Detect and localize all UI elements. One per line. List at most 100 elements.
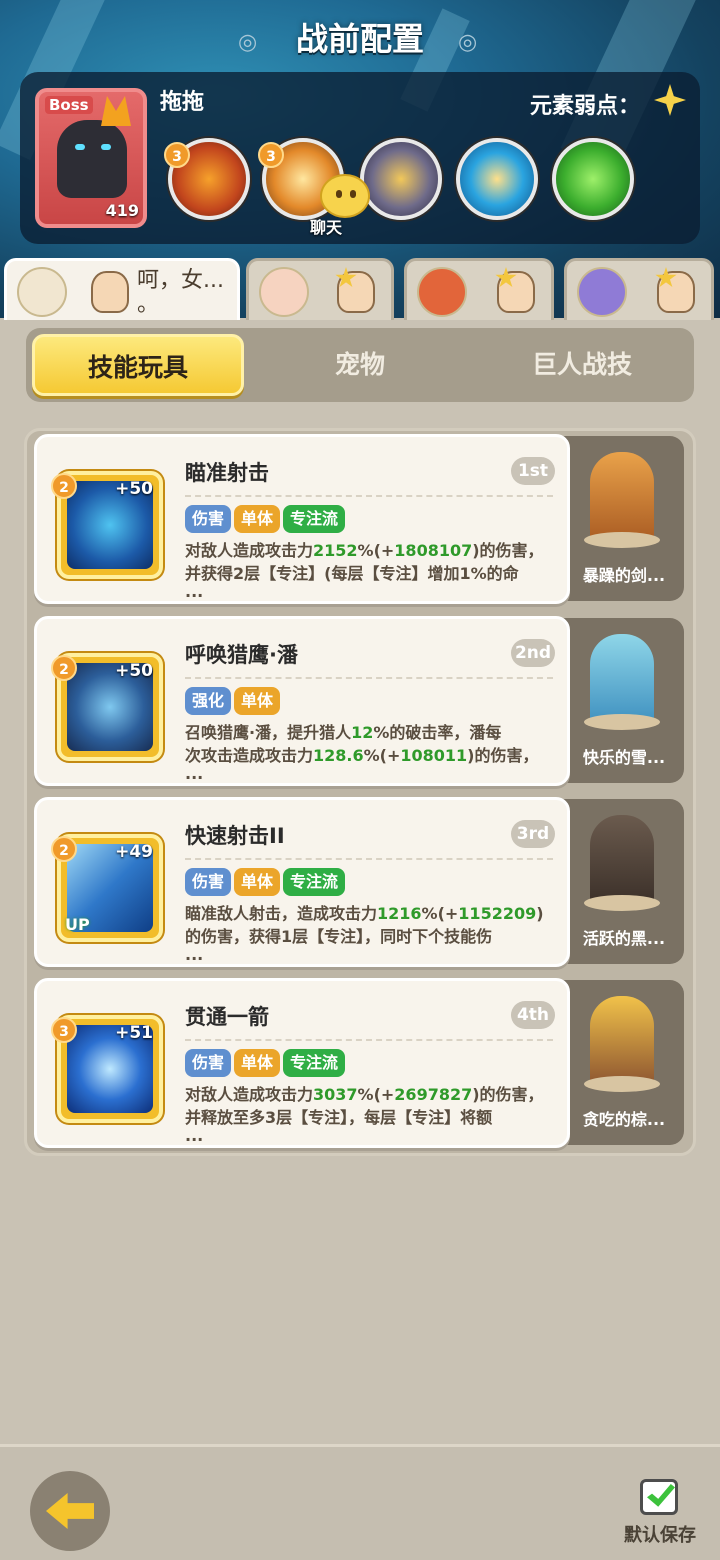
player-tab-3[interactable] (404, 258, 554, 320)
desc-value: 1216 (377, 904, 422, 923)
tag-single: 单体 (234, 868, 281, 896)
skill-level-badge: 2 (51, 655, 77, 681)
category-tab-bar: 技能玩具 宠物 巨人战技 (26, 328, 694, 402)
desc-value: 108011 (400, 746, 468, 765)
skill-card[interactable]: +50 2 呼唤猎鹰·潘 2nd 强化 单体 召唤猎鹰·潘，提升猎人12%的破击率… (34, 616, 570, 786)
boss-skill-green-slime-icon[interactable] (552, 138, 634, 220)
skill-description: 对敌人造成攻击力2152%(+1808107)的伤害， 并获得2层【专注】(每层… (185, 539, 563, 599)
crown-icon (101, 96, 131, 126)
pet-slot[interactable]: 活跃的黑... (560, 799, 684, 964)
tag-damage: 伤害 (185, 1049, 232, 1077)
desc-ellipsis: ... (185, 1129, 204, 1143)
default-save-checkbox[interactable] (640, 1479, 678, 1515)
desc-value: 2697827 (394, 1085, 473, 1104)
boss-name: 拖拖 (160, 90, 205, 115)
skill-description: 对敌人造成攻击力3037%(+2697827)的伤害， 并释放至多3层【专注】，… (185, 1083, 563, 1143)
light-element-icon[interactable] (654, 84, 686, 116)
boss-skill-armored-owl-icon[interactable] (360, 138, 442, 220)
skill-title: 快速射击II (185, 824, 285, 848)
divider (185, 495, 553, 497)
page-title: 战前配置 (295, 20, 424, 58)
pet-base (584, 895, 660, 911)
player-tab-2[interactable] (246, 258, 394, 320)
desc-text: 瞄准敌人射击，造成攻击力 (185, 904, 378, 923)
chat-emoji-icon[interactable] (320, 174, 370, 218)
skill-tags: 伤害 单体 专注流 (185, 1049, 348, 1077)
back-button[interactable] (30, 1471, 110, 1551)
desc-text: %(+ (363, 746, 401, 765)
desc-text: %(+ (357, 1085, 395, 1104)
tag-focus: 专注流 (283, 505, 346, 533)
boss-card[interactable]: Boss 419 (35, 88, 147, 228)
pet-base (584, 532, 660, 548)
pet-slot[interactable]: 暴躁的剑... (560, 436, 684, 601)
pet-base (584, 714, 660, 730)
chat-label[interactable]: 聊天 (310, 214, 342, 238)
tab-giant-skills[interactable]: 巨人战技 (476, 334, 688, 396)
boss-skill-level-badge: 3 (164, 142, 190, 168)
pet-name: 活跃的黑... (582, 929, 666, 948)
divider (185, 677, 553, 679)
desc-text: 召唤猎鹰·潘，提升猎人 (185, 723, 352, 742)
skill-tags: 伤害 单体 专注流 (185, 868, 348, 896)
boss-portrait (57, 120, 127, 198)
desc-value: 1152209 (458, 904, 537, 923)
desc-value: 128.6 (313, 746, 364, 765)
skill-title: 呼唤猎鹰·潘 (185, 643, 298, 667)
player-avatar (417, 267, 467, 317)
skill-card[interactable]: +50 2 瞄准射击 1st 伤害 单体 专注流 对敌人造成攻击力2152%(+18… (34, 434, 570, 604)
desc-line: 次攻击造成攻击力128.6%(+108011)的伤害， (185, 744, 563, 767)
desc-text: ) (536, 904, 544, 923)
pet-figure (590, 634, 654, 726)
skill-plus-value: +49 (115, 842, 153, 862)
desc-text: %(+ (357, 541, 395, 560)
player-tab-4[interactable] (564, 258, 714, 320)
skill-card[interactable]: +51 3 贯通一箭 4th 伤害 单体 专注流 对敌人造成攻击力3037%(+26… (34, 978, 570, 1148)
boss-tag: Boss (45, 96, 93, 114)
skill-description: 瞄准敌人射击，造成攻击力1216%(+1152209) 的伤害，获得1层【专注】… (185, 902, 563, 962)
desc-line: 的伤害，获得1层【专注】，同时下个技能伤 (185, 927, 493, 946)
skill-rank: 1st (511, 457, 555, 485)
tag-damage: 伤害 (185, 868, 232, 896)
skill-card[interactable]: +49 UP 2 快速射击II 3rd 伤害 单体 专注流 瞄准敌人射击，造成攻击力… (34, 797, 570, 967)
swirl-ornament-right: ◎ (458, 30, 478, 55)
player-avatar (577, 267, 627, 317)
skill-title: 瞄准射击 (185, 461, 269, 485)
tab-skill-toys[interactable]: 技能玩具 (32, 334, 244, 396)
desc-ellipsis: ... (185, 585, 204, 599)
desc-text: %(+ (421, 904, 459, 923)
tag-damage: 伤害 (185, 505, 232, 533)
desc-text: %的破击率，潘每 (373, 723, 502, 742)
desc-text: )的伤害， (472, 1085, 544, 1104)
pet-base (584, 1076, 660, 1092)
skill-level-badge: 3 (51, 1017, 77, 1043)
desc-text: )的伤害， (472, 541, 544, 560)
tab-pets[interactable]: 宠物 (254, 334, 466, 396)
pointing-hand-icon (91, 271, 129, 313)
pet-name: 快乐的雪... (582, 748, 666, 767)
boss-skill-hourglass-icon[interactable] (456, 138, 538, 220)
player-chat-line: 呵，女... 。 (137, 268, 224, 317)
pet-slot[interactable]: 贪吃的棕... (560, 980, 684, 1145)
player-tab-1[interactable]: 呵，女... 。 (4, 258, 240, 320)
default-save-label[interactable]: 默认保存 (624, 1521, 696, 1547)
desc-text: 次攻击造成攻击力 (185, 746, 314, 765)
desc-ellipsis: ... (185, 948, 204, 962)
skill-rank: 2nd (511, 639, 555, 667)
pet-name: 贪吃的棕... (582, 1110, 666, 1129)
divider (185, 858, 553, 860)
pet-slot[interactable]: 快乐的雪... (560, 618, 684, 783)
pet-figure (590, 996, 654, 1088)
player-avatar (259, 267, 309, 317)
desc-line: 并获得2层【专注】(每层【专注】增加1%的命 (185, 564, 519, 583)
skill-tags: 伤害 单体 专注流 (185, 505, 348, 533)
player-avatar (17, 267, 67, 317)
boss-panel: Boss 419 拖拖 元素弱点： 3 3 聊天 (20, 72, 700, 244)
skill-plus-value: +50 (115, 479, 153, 499)
desc-value: 3037 (313, 1085, 358, 1104)
tag-focus: 专注流 (283, 868, 346, 896)
skill-rank: 4th (511, 1001, 555, 1029)
player-chat-text: 呵，女... 。 (137, 269, 224, 317)
desc-line: 对敌人造成攻击力3037%(+2697827)的伤害， (185, 1083, 563, 1106)
pet-name: 暴躁的剑... (582, 566, 666, 585)
